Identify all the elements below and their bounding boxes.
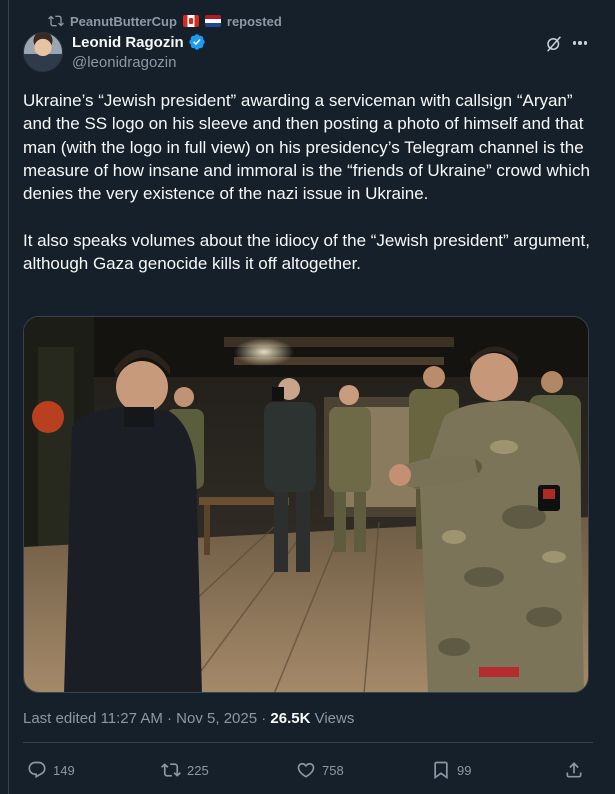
bookmark-count: 99 xyxy=(457,762,472,778)
repost-icon xyxy=(161,763,181,777)
display-name[interactable]: Leonid Ragozin xyxy=(72,34,184,51)
repost-header: PeanutButterCup reposted xyxy=(48,12,282,30)
edited-label[interactable]: Last edited xyxy=(23,710,96,727)
repost-icon xyxy=(48,15,64,27)
divider xyxy=(23,742,593,743)
share-button[interactable] xyxy=(564,755,584,785)
share-icon xyxy=(566,762,582,778)
bookmark-icon xyxy=(434,761,448,780)
like-count: 758 xyxy=(322,762,344,778)
handle[interactable]: @leonidragozin xyxy=(72,54,176,71)
tweet-text: Ukraine’s “Jewish president” awarding a … xyxy=(23,91,590,274)
verified-badge-icon xyxy=(188,34,205,50)
like-button[interactable]: 758 xyxy=(296,755,344,785)
views-count: 26.5K xyxy=(270,710,311,727)
canada-flag-icon xyxy=(182,15,199,27)
repost-user[interactable]: PeanutButterCup xyxy=(70,14,177,29)
grok-icon[interactable] xyxy=(545,35,563,53)
views-label: Views xyxy=(314,710,355,727)
reply-icon xyxy=(28,761,46,779)
netherlands-flag-icon xyxy=(204,15,221,27)
repost-button[interactable]: 225 xyxy=(161,755,209,785)
tweet-time[interactable]: 11:27 AM xyxy=(101,710,163,727)
repost-label: reposted xyxy=(226,13,282,29)
tweet-date[interactable]: Nov 5, 2025 xyxy=(176,710,257,727)
tweet-meta: Last edited 11:27 AM · Nov 5, 2025 · 26.… xyxy=(23,710,354,727)
photo-scene xyxy=(24,317,588,692)
avatar[interactable] xyxy=(23,32,63,72)
action-bar: 149 225 758 99 xyxy=(23,755,593,785)
author-name-row: Leonid Ragozin xyxy=(72,33,206,51)
bookmark-button[interactable]: 99 xyxy=(431,755,471,785)
reply-button[interactable]: 149 xyxy=(27,755,75,785)
reply-count: 149 xyxy=(53,762,75,778)
heart-icon xyxy=(297,762,315,778)
tweet-photo[interactable] xyxy=(23,316,589,693)
meta-separator-2: · xyxy=(257,710,271,727)
meta-separator: · xyxy=(162,710,177,727)
more-icon[interactable] xyxy=(569,33,591,53)
repost-count: 225 xyxy=(187,762,209,778)
